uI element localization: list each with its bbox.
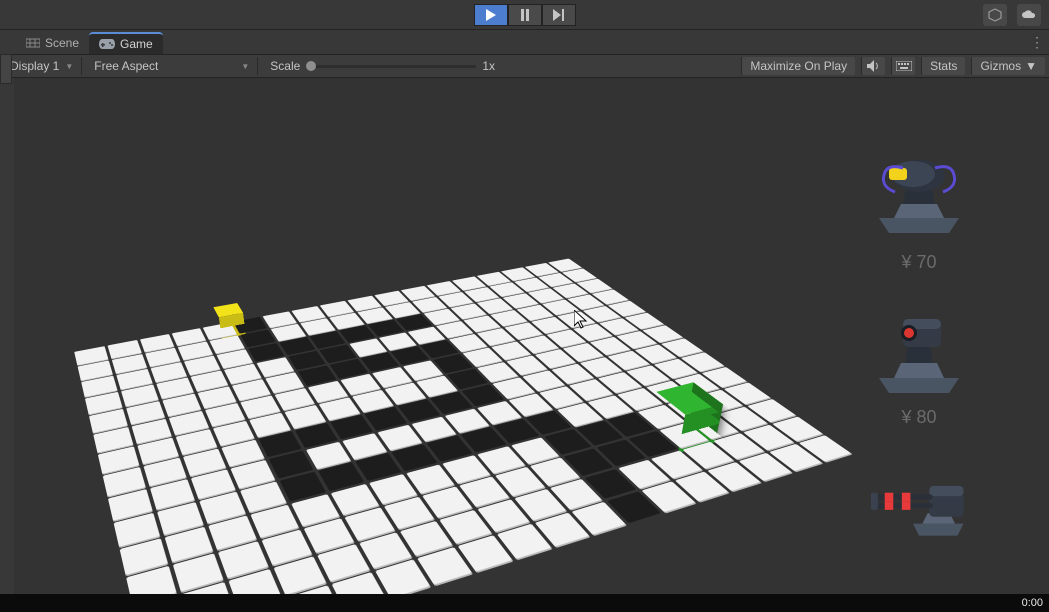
left-rail-handle[interactable]: [0, 54, 12, 84]
mute-audio-button[interactable]: [861, 57, 885, 75]
game-scene: [74, 258, 851, 594]
aspect-dropdown[interactable]: Free Aspect ▼: [88, 57, 258, 75]
tile-grid: [74, 258, 851, 594]
turret-price: ¥ 80: [901, 407, 936, 428]
chevron-down-icon: ▼: [1025, 59, 1037, 73]
aspect-label: Free Aspect: [94, 59, 158, 73]
chevron-down-icon: ▼: [65, 62, 73, 71]
scale-label: Scale: [264, 59, 300, 73]
tab-row: Scene Game ⋮: [0, 30, 1049, 54]
gizmos-dropdown[interactable]: Gizmos ▼: [971, 57, 1045, 75]
turret-price: ¥ 70: [901, 252, 936, 273]
step-button[interactable]: [542, 4, 576, 26]
maximize-on-play-button[interactable]: Maximize On Play: [741, 57, 855, 75]
tab-scene[interactable]: Scene: [16, 32, 89, 54]
keyboard-icon: [896, 61, 912, 71]
turret-panel: ¥ 70 ¥ 80: [849, 138, 989, 562]
turret-card-laser[interactable]: ¥ 70: [849, 138, 989, 273]
missile-turret-icon: [859, 293, 979, 403]
package-icon[interactable]: [983, 4, 1007, 26]
playback-controls: [474, 4, 576, 26]
game-viewport[interactable]: ¥ 70 ¥ 80: [14, 78, 1049, 594]
scale-slider[interactable]: [306, 65, 476, 68]
gatling-turret-icon: [859, 448, 979, 558]
laser-turret-icon: [859, 138, 979, 248]
display-dropdown[interactable]: Display 1 ▼: [4, 57, 82, 75]
tab-scene-label: Scene: [45, 36, 79, 50]
gamepad-icon: [99, 39, 115, 49]
turret-card-gatling[interactable]: [849, 448, 989, 562]
play-button[interactable]: [474, 4, 508, 26]
display-label: Display 1: [10, 59, 59, 73]
game-toolbar: Display 1 ▼ Free Aspect ▼ Scale 1x Maxim…: [0, 54, 1049, 78]
top-right-icons: [983, 4, 1041, 26]
scene-icon: [26, 37, 40, 49]
slider-track[interactable]: [306, 65, 476, 68]
cloud-icon[interactable]: [1017, 4, 1041, 26]
status-bar: 0:00: [0, 594, 1049, 612]
top-toolbar: [0, 0, 1049, 30]
pause-button[interactable]: [508, 4, 542, 26]
chevron-down-icon: ▼: [241, 62, 249, 71]
slider-thumb[interactable]: [306, 61, 316, 71]
stats-button[interactable]: Stats: [921, 57, 965, 75]
speaker-icon: [867, 60, 881, 72]
scale-value: 1x: [482, 59, 502, 73]
keyboard-button[interactable]: [891, 57, 915, 75]
turret-card-missile[interactable]: ¥ 80: [849, 293, 989, 428]
status-time: 0:00: [1022, 597, 1043, 609]
tab-game[interactable]: Game: [89, 32, 163, 54]
tab-game-label: Game: [120, 37, 153, 51]
tab-menu-button[interactable]: ⋮: [1030, 34, 1043, 51]
